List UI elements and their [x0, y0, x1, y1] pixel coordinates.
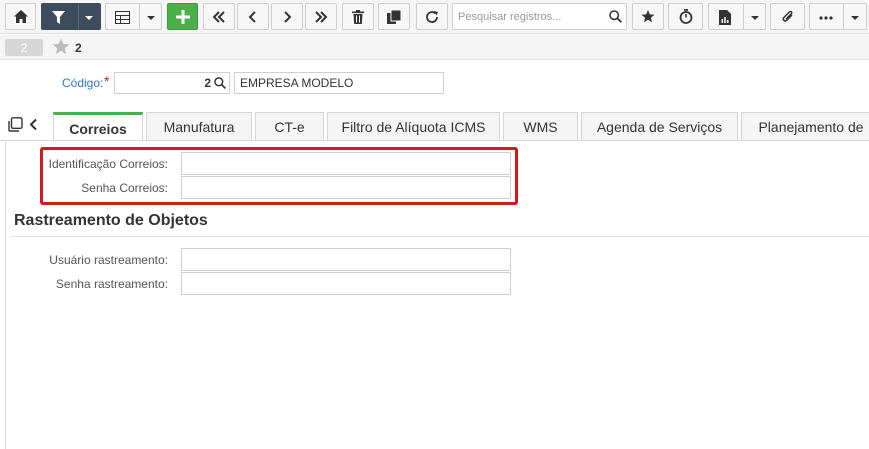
trash-icon	[352, 9, 364, 24]
table-icon	[115, 11, 130, 24]
chevron-left-icon	[248, 10, 256, 23]
view-mode-button[interactable]	[105, 3, 162, 30]
usuario-rastreamento-label: Usuário rastreamento:	[49, 253, 168, 267]
reports-button[interactable]	[708, 3, 766, 30]
delete-button[interactable]	[342, 3, 374, 30]
tab-correios[interactable]: Correios	[53, 112, 143, 142]
duplicate-button[interactable]	[378, 3, 410, 30]
codigo-value: 2	[204, 76, 211, 90]
search-button[interactable]	[604, 10, 626, 23]
search-box	[452, 3, 627, 30]
double-chevron-left-icon	[212, 10, 225, 23]
attachments-button[interactable]	[770, 3, 805, 30]
search-input[interactable]	[453, 4, 604, 29]
record-badge[interactable]: 2	[5, 39, 43, 56]
plus-icon	[175, 9, 190, 24]
required-marker: *	[104, 73, 110, 89]
codigo-field[interactable]: 2	[114, 72, 230, 94]
tab-planejamento[interactable]: Planejamento de	[741, 112, 869, 141]
home-icon	[13, 10, 28, 23]
copy-icon	[387, 9, 401, 24]
search-icon	[608, 10, 622, 23]
last-record-button[interactable]	[305, 3, 337, 30]
chevron-down-icon[interactable]	[85, 16, 93, 20]
senha-rastreamento-label: Senha rastreamento:	[55, 277, 168, 291]
codigo-label: Código:	[62, 76, 104, 90]
toolbar	[0, 0, 869, 34]
filter-icon	[52, 11, 65, 24]
more-actions-button[interactable]	[809, 3, 867, 30]
more-horizontal-icon	[819, 16, 833, 20]
section-divider	[10, 236, 869, 237]
previous-record-button[interactable]	[237, 3, 269, 30]
home-button[interactable]	[5, 3, 36, 30]
add-record-button[interactable]	[167, 3, 198, 30]
usuario-rastreamento-input[interactable]	[181, 248, 511, 271]
chevron-down-icon[interactable]	[751, 16, 759, 20]
senha-rastreamento-input[interactable]	[181, 272, 511, 295]
tab-cte[interactable]: CT-e	[255, 112, 324, 141]
favorite-button[interactable]	[632, 3, 664, 30]
highlight-box	[40, 147, 518, 205]
next-record-button[interactable]	[271, 3, 303, 30]
record-bar: 2 2	[0, 35, 869, 60]
tabs-overview-icon[interactable]	[8, 117, 23, 132]
paperclip-icon	[782, 10, 793, 22]
stopwatch-icon	[679, 9, 692, 24]
first-record-button[interactable]	[203, 3, 235, 30]
tab-filtro-aliquota-icms[interactable]: Filtro de Alíquota ICMS	[327, 112, 500, 141]
chevron-down-icon[interactable]	[147, 16, 155, 20]
filter-button[interactable]	[41, 3, 101, 30]
record-title: 2	[75, 41, 82, 55]
tab-wms[interactable]: WMS	[503, 112, 578, 141]
section-title-rastreamento: Rastreamento de Objetos	[14, 212, 208, 229]
tab-manufatura[interactable]: Manufatura	[146, 112, 252, 141]
empresa-name-field: EMPRESA MODELO	[234, 72, 444, 94]
document-chart-icon	[719, 10, 731, 25]
tab-controls	[8, 117, 38, 132]
chevron-right-icon	[284, 10, 292, 23]
star-icon	[641, 10, 655, 23]
refresh-button[interactable]	[416, 3, 448, 30]
chevron-left-icon[interactable]	[29, 118, 38, 131]
star-icon[interactable]	[52, 38, 70, 55]
search-icon[interactable]	[214, 77, 226, 89]
double-chevron-right-icon	[315, 10, 328, 23]
refresh-icon	[426, 10, 438, 23]
chevron-down-icon[interactable]	[851, 16, 859, 20]
timer-button[interactable]	[668, 3, 703, 30]
tab-agenda-servicos[interactable]: Agenda de Serviços	[581, 112, 738, 141]
